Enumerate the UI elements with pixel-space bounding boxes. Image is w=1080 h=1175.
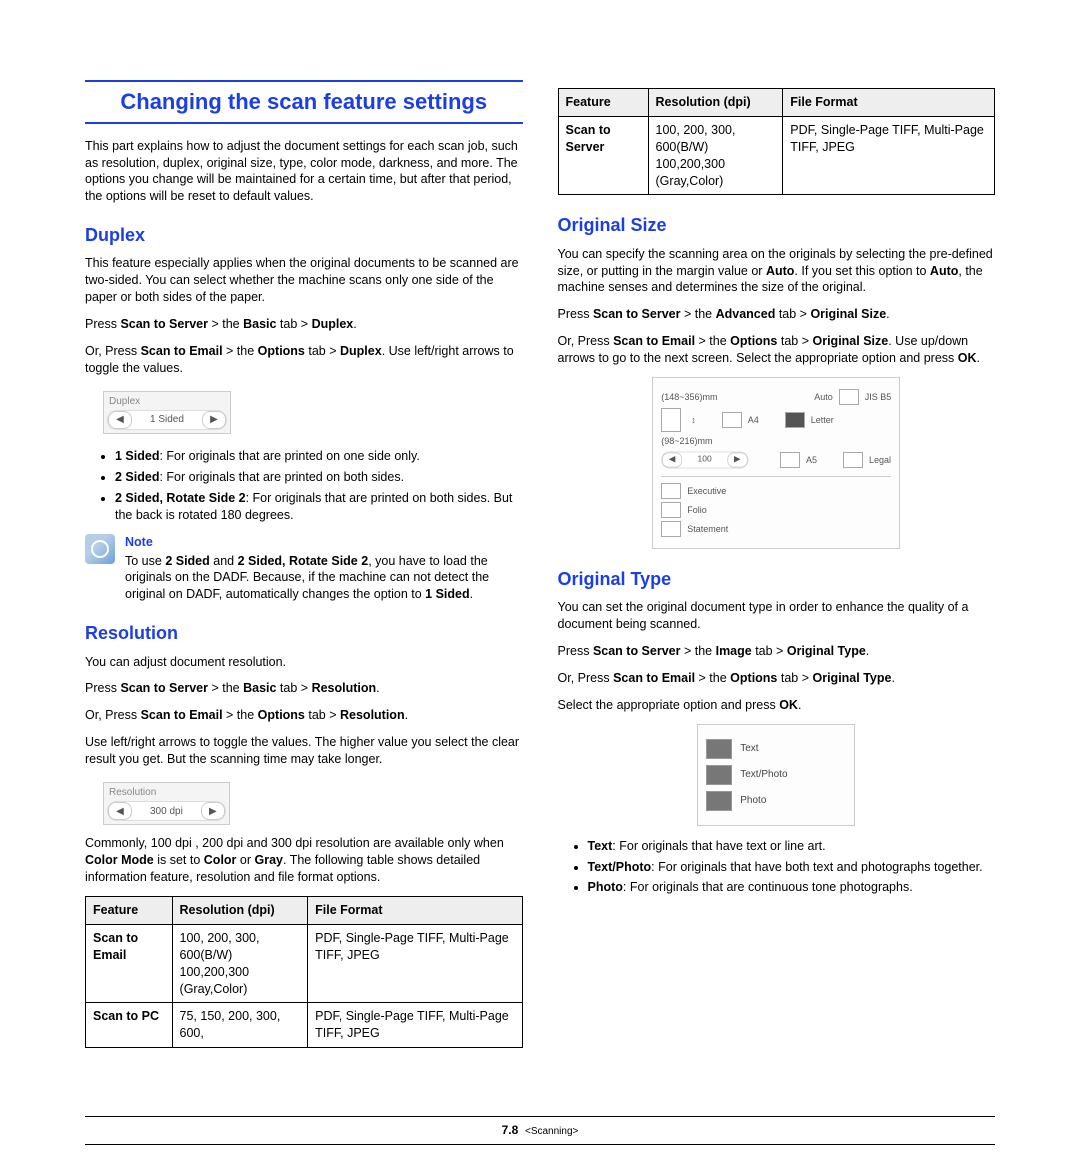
chevron-right-icon[interactable]: ▶ [202, 411, 226, 429]
resolution-table-right: FeatureResolution (dpi)File Format Scan … [558, 88, 996, 195]
original-size-or: Or, Press Scan to Email > the Options ta… [558, 333, 996, 367]
duplex-press: Press Scan to Server > the Basic tab > D… [85, 316, 523, 333]
resolution-or: Or, Press Scan to Email > the Options ta… [85, 707, 523, 724]
original-size-press: Press Scan to Server > the Advanced tab … [558, 306, 996, 323]
resolution-heading: Resolution [85, 621, 523, 645]
original-type-panel[interactable]: Text Text/Photo Photo [697, 724, 855, 826]
original-size-desc: You can specify the scanning area on the… [558, 246, 996, 297]
chevron-left-icon[interactable]: ◀ [108, 802, 132, 820]
resolution-note2: Commonly, 100 dpi , 200 dpi and 300 dpi … [85, 835, 523, 886]
resolution-stepper[interactable]: Resolution ◀ 300 dpi ▶ [103, 782, 230, 826]
chevron-right-icon[interactable]: ▶ [727, 452, 747, 467]
original-type-desc: You can set the original document type i… [558, 599, 996, 633]
page-footer: 7.8 <Scanning> [85, 1116, 995, 1145]
intro-paragraph: This part explains how to adjust the doc… [85, 138, 523, 206]
duplex-note: Note To use 2 Sided and 2 Sided, Rotate … [85, 534, 523, 604]
table-row: Scan to Email100, 200, 300, 600(B/W) 100… [86, 924, 523, 1003]
original-type-heading: Original Type [558, 567, 996, 591]
resolution-table-left: FeatureResolution (dpi)File Format Scan … [85, 896, 523, 1048]
note-icon [85, 534, 115, 564]
original-size-heading: Original Size [558, 213, 996, 237]
chevron-right-icon[interactable]: ▶ [201, 802, 225, 820]
table-row: Scan to PC75, 150, 200, 300, 600,PDF, Si… [86, 1003, 523, 1048]
duplex-heading: Duplex [85, 223, 523, 247]
chevron-left-icon[interactable]: ◀ [108, 411, 132, 429]
duplex-options-list: 1 Sided: For originals that are printed … [85, 448, 523, 524]
original-size-panel[interactable]: (148~356)mmAutoJIS B5 ↕A4Letter (98~216)… [652, 377, 900, 549]
chevron-left-icon[interactable]: ◀ [662, 452, 682, 467]
resolution-press: Press Scan to Server > the Basic tab > R… [85, 680, 523, 697]
duplex-or: Or, Press Scan to Email > the Options ta… [85, 343, 523, 377]
duplex-desc: This feature especially applies when the… [85, 255, 523, 306]
page-title: Changing the scan feature settings [85, 80, 523, 124]
resolution-desc: You can adjust document resolution. [85, 654, 523, 671]
original-type-or: Or, Press Scan to Email > the Options ta… [558, 670, 996, 687]
resolution-note1: Use left/right arrows to toggle the valu… [85, 734, 523, 768]
original-type-press: Press Scan to Server > the Image tab > O… [558, 643, 996, 660]
original-type-list: Text: For originals that have text or li… [558, 838, 996, 897]
duplex-stepper[interactable]: Duplex ◀ 1 Sided ▶ [103, 391, 231, 435]
original-type-select: Select the appropriate option and press … [558, 697, 996, 714]
table-row: Scan to Server100, 200, 300, 600(B/W) 10… [558, 116, 995, 195]
